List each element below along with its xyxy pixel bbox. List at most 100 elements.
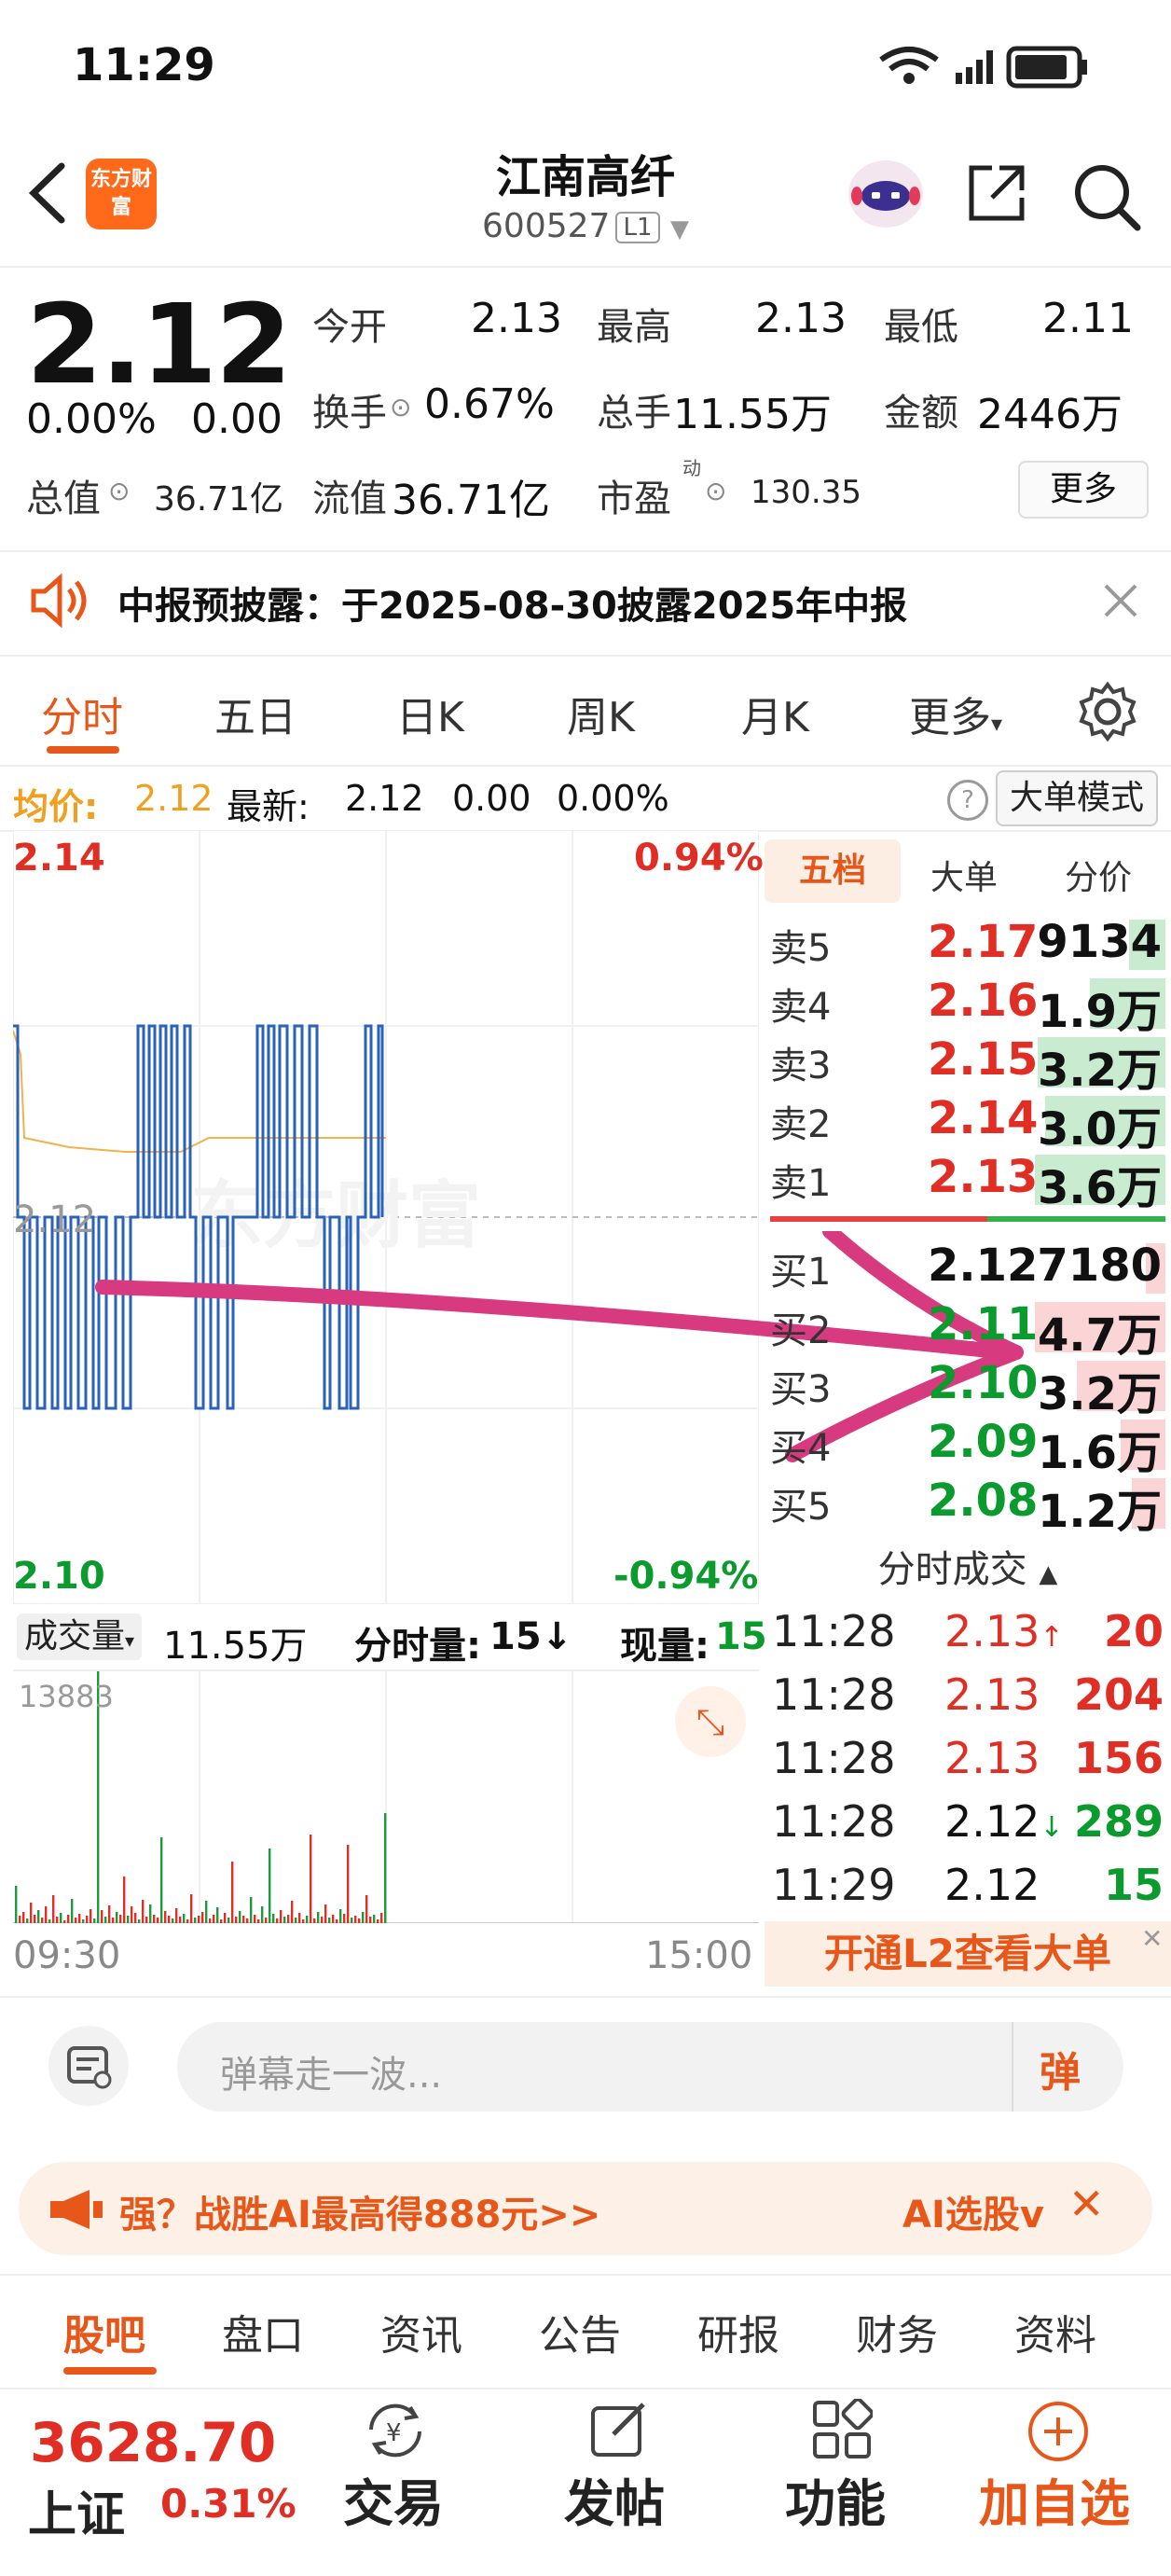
close-icon[interactable]: ✕ bbox=[1068, 2179, 1105, 2229]
tab-five-levels[interactable]: 五档 bbox=[765, 839, 901, 903]
level-price: 2.16 bbox=[928, 975, 1039, 1027]
sub-tab[interactable]: 资讯 bbox=[380, 2302, 462, 2361]
volume-selector[interactable]: 成交量▾ bbox=[17, 1613, 143, 1660]
volume-bar bbox=[369, 1917, 372, 1923]
ad-banner[interactable]: 强？战胜AI最高得888元>> AI选股v ✕ bbox=[19, 2162, 1152, 2255]
sub-tab[interactable]: 盘口 bbox=[222, 2302, 304, 2361]
chevron-down-icon: ▾ bbox=[125, 1629, 135, 1652]
info-icon[interactable]: ⊙ bbox=[705, 476, 726, 506]
volume-bar bbox=[269, 1849, 271, 1923]
ask-row[interactable]: 卖4 2.16 1.9万 bbox=[765, 973, 1171, 1038]
bid-row[interactable]: 买1 2.12 7180 bbox=[765, 1238, 1171, 1295]
tab-big-order[interactable]: 大单 bbox=[930, 851, 998, 899]
bid-row[interactable]: 买4 2.09 1.6万 bbox=[765, 1414, 1171, 1479]
big-order-mode-button[interactable]: 大单模式 bbox=[996, 770, 1158, 826]
tab-daily-k[interactable]: 日K bbox=[396, 684, 464, 743]
low-value: 2.11 bbox=[1042, 295, 1134, 342]
sub-tab[interactable]: 研报 bbox=[697, 2302, 779, 2361]
sub-tab[interactable]: 公告 bbox=[539, 2302, 621, 2361]
tab-price-distribution[interactable]: 分价 bbox=[1065, 851, 1132, 899]
volume-bar bbox=[302, 1919, 305, 1923]
info-icon[interactable]: ⊙ bbox=[390, 392, 411, 422]
help-icon[interactable]: ? bbox=[947, 780, 988, 821]
trade-price: 2.13 bbox=[944, 1733, 1040, 1783]
ask-row[interactable]: 卖2 2.14 3.0万 bbox=[765, 1090, 1171, 1156]
volume-bar bbox=[67, 1915, 70, 1923]
status-icons bbox=[879, 46, 1087, 89]
bid-row[interactable]: 买3 2.10 3.2万 bbox=[765, 1355, 1171, 1420]
share-icon[interactable] bbox=[964, 160, 1029, 226]
index-pct[interactable]: 0.31% bbox=[160, 2481, 296, 2527]
level-volume: 9134 bbox=[1037, 916, 1162, 968]
sub-tab[interactable]: 财务 bbox=[856, 2302, 938, 2361]
volume-bar bbox=[283, 1917, 286, 1923]
mktcap-label: 总值 bbox=[26, 478, 101, 520]
wifi-icon bbox=[879, 47, 939, 84]
index-name[interactable]: 上证 bbox=[28, 2475, 125, 2545]
ask-row[interactable]: 卖3 2.15 3.2万 bbox=[765, 1032, 1171, 1097]
close-icon[interactable]: ✕ bbox=[1141, 1923, 1163, 1954]
volume-bar bbox=[175, 1908, 178, 1923]
volume-bar bbox=[332, 1915, 335, 1923]
volume-bar bbox=[242, 1916, 245, 1923]
volume-bar bbox=[201, 1912, 204, 1923]
volume-bar bbox=[131, 1906, 133, 1923]
volume-per-min-label: 分时量: bbox=[354, 1625, 481, 1668]
latest-change: 0.00 bbox=[452, 778, 531, 819]
nav-trade[interactable]: 交易 bbox=[343, 2462, 444, 2536]
latest-value: 2.12 bbox=[345, 778, 424, 819]
ai-robot-icon[interactable] bbox=[844, 157, 928, 231]
search-icon[interactable] bbox=[1070, 160, 1145, 231]
tab-indicator bbox=[47, 746, 119, 754]
volume-bar bbox=[90, 1909, 92, 1923]
sub-tab[interactable]: 资料 bbox=[1014, 2302, 1096, 2361]
volume-bar bbox=[213, 1915, 215, 1923]
sub-tab[interactable]: 股吧 bbox=[63, 2302, 145, 2361]
volume-bar bbox=[142, 1900, 145, 1923]
level-volume: 1.2万 bbox=[1037, 1486, 1162, 1538]
trades-title[interactable]: 分时成交 ▲ bbox=[765, 1539, 1171, 1593]
turnover-value: 0.67% bbox=[424, 381, 555, 428]
volume-bar bbox=[384, 1813, 387, 1923]
change-value: 0.00 bbox=[191, 395, 282, 443]
add-icon bbox=[1028, 2402, 1088, 2461]
volume-bar bbox=[104, 1917, 107, 1923]
trade-volume: 15 bbox=[1103, 1860, 1164, 1910]
ask-row[interactable]: 卖5 2.17 9134 bbox=[765, 914, 1171, 972]
level-price: 2.09 bbox=[928, 1416, 1039, 1468]
volume-bar bbox=[377, 1919, 379, 1923]
level-price: 2.11 bbox=[928, 1298, 1039, 1350]
ask-row[interactable]: 卖1 2.13 3.6万 bbox=[765, 1149, 1171, 1214]
index-value[interactable]: 3628.70 bbox=[30, 2411, 276, 2474]
info-icon[interactable]: ⊙ bbox=[108, 476, 130, 506]
last-price: 2.12 bbox=[26, 280, 292, 409]
nav-add-watchlist[interactable]: 加自选 bbox=[979, 2462, 1130, 2536]
bid-row[interactable]: 买2 2.11 4.7万 bbox=[765, 1296, 1171, 1362]
more-button[interactable]: 更多 bbox=[1018, 461, 1149, 519]
tab-more[interactable]: 更多▾ bbox=[909, 684, 1002, 743]
trade-volume: 156 bbox=[1073, 1733, 1164, 1783]
bid-row[interactable]: 买5 2.08 1.2万 bbox=[765, 1473, 1171, 1538]
level-volume: 3.2万 bbox=[1037, 1045, 1162, 1097]
danmaku-settings-icon[interactable] bbox=[47, 2024, 131, 2108]
trade-time: 11:28 bbox=[772, 1606, 896, 1656]
trade-row: 11:28 2.12↓ 289 bbox=[765, 1796, 1171, 1860]
intraday-chart[interactable]: 东方财富 bbox=[13, 830, 759, 1604]
tab-intraday[interactable]: 分时 bbox=[41, 684, 123, 743]
tab-weekly-k[interactable]: 周K bbox=[567, 684, 635, 743]
expand-icon[interactable]: ⤡ bbox=[675, 1686, 746, 1757]
upgrade-l2-banner[interactable]: 开通L2查看大单 bbox=[765, 1921, 1171, 1987]
open-label: 今开 bbox=[312, 306, 387, 349]
tab-monthly-k[interactable]: 月K bbox=[741, 684, 809, 743]
danmaku-send-button[interactable]: 弹 bbox=[1040, 2039, 1081, 2098]
nav-function[interactable]: 功能 bbox=[785, 2462, 886, 2536]
gear-icon[interactable] bbox=[1077, 681, 1138, 742]
tab-five-day[interactable]: 五日 bbox=[214, 684, 296, 743]
volume-bar bbox=[186, 1919, 189, 1923]
volume-chart[interactable] bbox=[13, 1671, 759, 1923]
level-volume: 7180 bbox=[1037, 1240, 1162, 1292]
danmaku-input[interactable]: 弹幕走一波... 弹 bbox=[177, 2022, 1123, 2112]
level-volume: 1.6万 bbox=[1037, 1427, 1162, 1479]
close-icon[interactable] bbox=[1100, 580, 1141, 621]
nav-post[interactable]: 发帖 bbox=[564, 2462, 665, 2536]
